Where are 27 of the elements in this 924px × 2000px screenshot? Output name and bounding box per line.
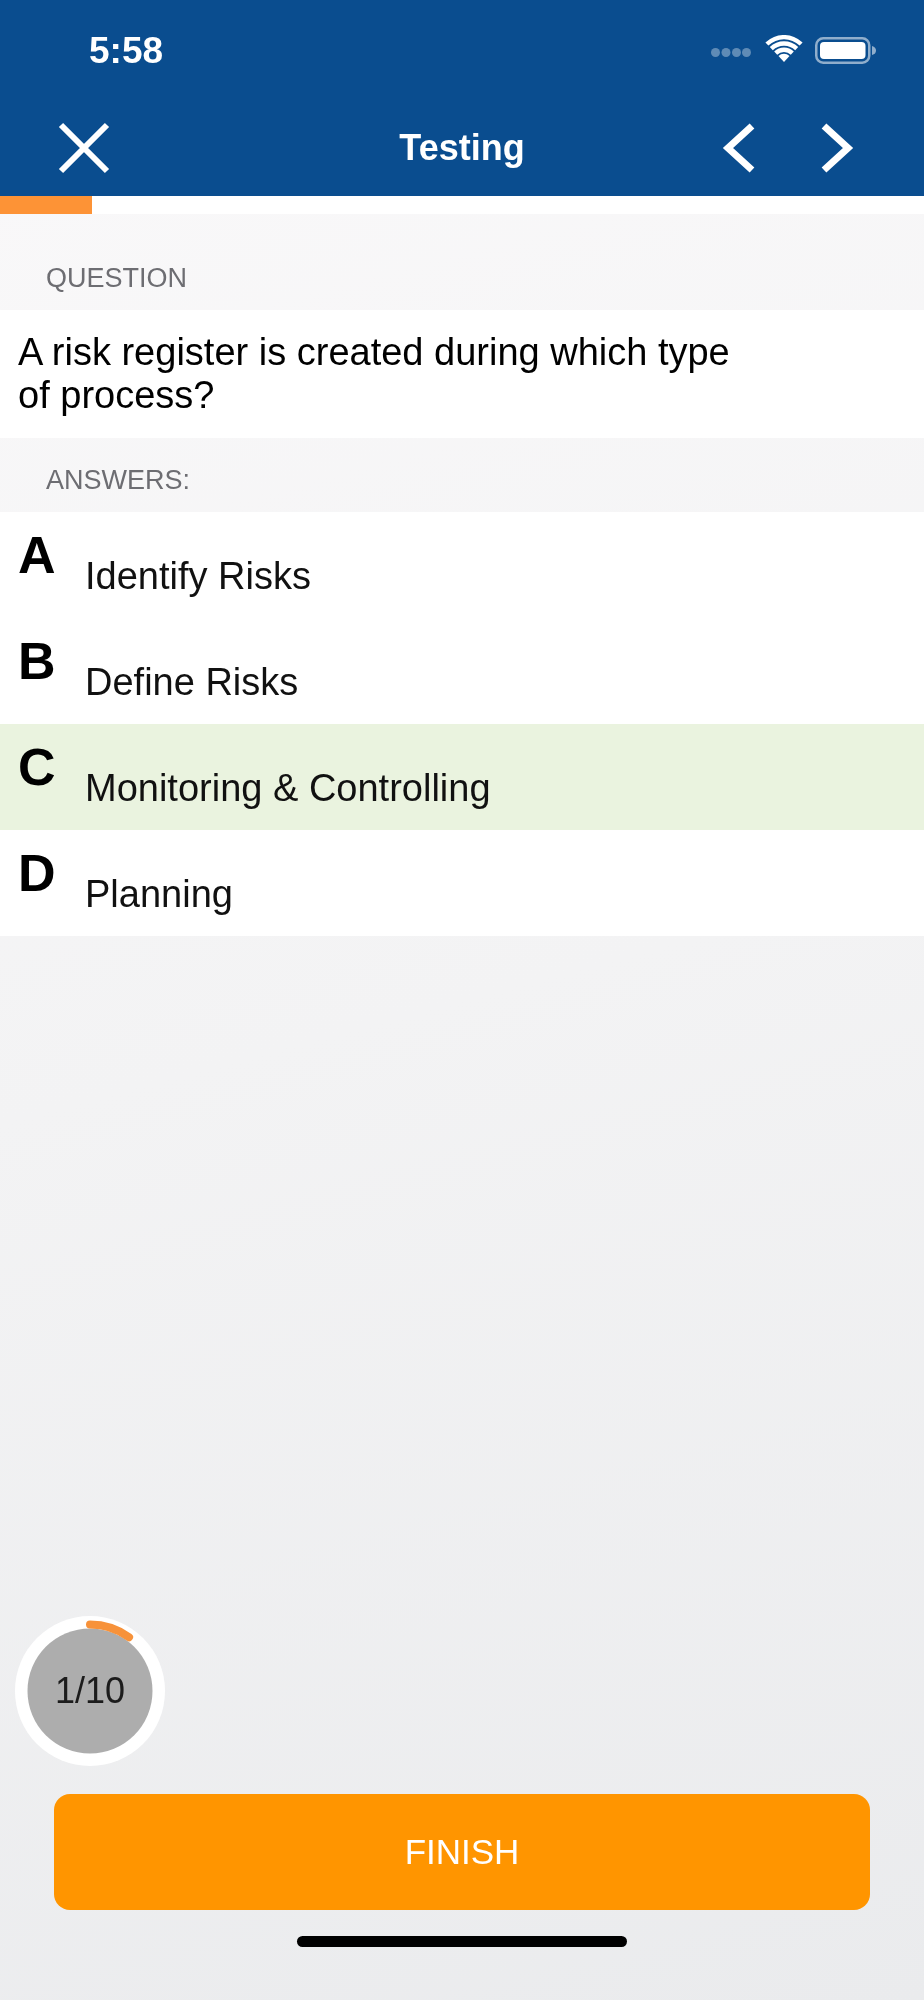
chevron-right-icon [820, 122, 854, 174]
next-button[interactable] [820, 122, 854, 174]
question-text: A risk register is created during which type of process? [18, 331, 731, 417]
close-button[interactable] [58, 122, 110, 174]
answer-text: Define Risks [85, 660, 299, 706]
answer-letter: B [18, 635, 57, 687]
section-label: ANSWERS: [46, 464, 191, 496]
answer-option[interactable]: B Define Risks [0, 618, 924, 724]
wifi-icon [765, 35, 803, 62]
battery-icon [815, 36, 876, 64]
section-label: QUESTION [46, 262, 187, 294]
question-counter: 1/10 [54, 1673, 126, 1709]
chevron-left-icon [722, 122, 756, 174]
answer-text: Planning [85, 872, 233, 918]
answer-option[interactable]: A Identify Risks [0, 512, 924, 618]
nav-title: Testing [399, 130, 525, 166]
answer-letter: C [18, 741, 57, 793]
answer-letter: A [18, 529, 57, 581]
close-icon [58, 122, 110, 174]
answer-letter: D [18, 847, 57, 899]
previous-button[interactable] [722, 122, 756, 174]
answer-option[interactable]: D Planning [0, 830, 924, 936]
status-time: 5:58 [89, 31, 164, 69]
answer-text: Monitoring & Controlling [85, 766, 491, 812]
signal-icon [711, 47, 751, 57]
answer-option[interactable]: C Monitoring & Controlling [0, 724, 924, 830]
answer-text: Identify Risks [85, 554, 311, 600]
